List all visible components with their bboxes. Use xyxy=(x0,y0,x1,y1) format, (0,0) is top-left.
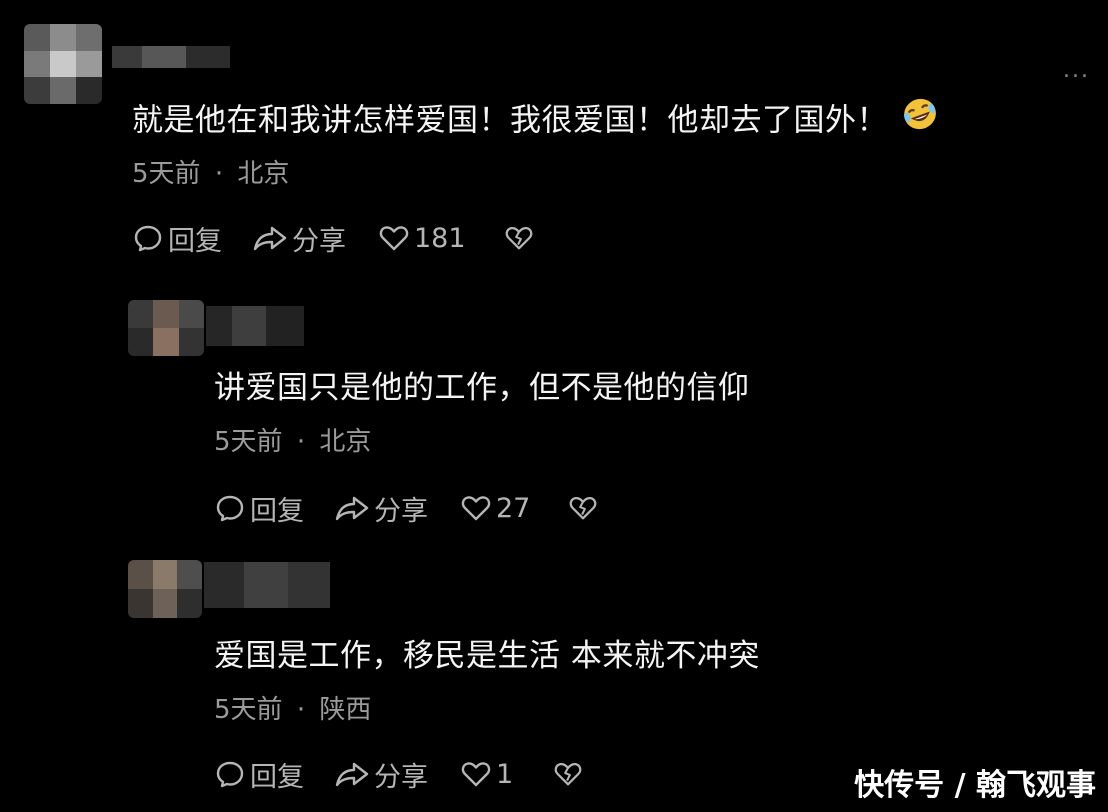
username-blurred[interactable] xyxy=(112,46,230,68)
heart-icon xyxy=(378,222,410,254)
like-count: 181 xyxy=(414,222,466,254)
share-label: 分享 xyxy=(374,761,428,793)
share-icon xyxy=(252,222,288,254)
dislike-button[interactable] xyxy=(553,759,583,789)
comment-text: 就是他在和我讲怎样爱国！我很爱国！他却去了国外！ xyxy=(132,97,938,144)
time: 5天前 xyxy=(214,427,283,457)
heart-icon xyxy=(460,492,492,524)
share-label: 分享 xyxy=(374,495,428,527)
more-icon[interactable]: ... xyxy=(1063,58,1090,83)
like-count: 27 xyxy=(496,492,531,524)
like-button[interactable]: 27 xyxy=(460,492,530,524)
dislike-heart-icon xyxy=(568,493,598,523)
share-button[interactable]: 分享 xyxy=(252,219,346,258)
reply-button[interactable]: 回复 xyxy=(214,755,304,794)
comment-actions: 回复 分享 181 xyxy=(132,219,534,258)
reply-icon xyxy=(214,758,246,790)
dislike-heart-icon xyxy=(553,759,583,789)
reply-label: 回复 xyxy=(250,495,304,527)
avatar[interactable] xyxy=(128,300,204,356)
like-button[interactable]: 1 xyxy=(460,758,513,790)
reply-label: 回复 xyxy=(168,225,222,257)
share-label: 分享 xyxy=(292,225,346,257)
dislike-button[interactable] xyxy=(568,493,598,523)
like-count: 1 xyxy=(496,758,514,790)
share-icon xyxy=(334,492,370,524)
reply-button[interactable]: 回复 xyxy=(132,219,222,258)
dislike-button[interactable] xyxy=(504,223,534,253)
time: 5天前 xyxy=(214,695,283,725)
watermark: 快传号 / 翰飞观事 xyxy=(854,768,1096,803)
location: 北京 xyxy=(237,159,290,189)
meta-separator: · xyxy=(214,159,224,189)
username-blurred[interactable] xyxy=(206,306,304,346)
comment-text: 爱国是工作，移民是生活 本来就不冲突 xyxy=(214,638,760,674)
comment-text: 讲爱国只是他的工作，但不是他的信仰 xyxy=(214,370,750,406)
rolling-on-floor-laughing-emoji xyxy=(902,97,938,141)
meta-separator: · xyxy=(296,695,306,725)
meta-separator: · xyxy=(296,427,306,457)
reply-icon xyxy=(132,222,164,254)
dislike-heart-icon xyxy=(504,223,534,253)
comment-actions: 回复 分享 1 xyxy=(214,755,583,794)
avatar[interactable] xyxy=(24,24,102,104)
time: 5天前 xyxy=(132,159,201,189)
reply-label: 回复 xyxy=(250,761,304,793)
share-icon xyxy=(334,758,370,790)
comment-meta: 5天前 · 北京 xyxy=(214,426,371,458)
heart-icon xyxy=(460,758,492,790)
avatar[interactable] xyxy=(128,560,202,618)
username-blurred[interactable] xyxy=(204,562,330,608)
share-button[interactable]: 分享 xyxy=(334,489,428,528)
reply-icon xyxy=(214,492,246,524)
like-button[interactable]: 181 xyxy=(378,222,466,254)
reply-button[interactable]: 回复 xyxy=(214,489,304,528)
comment-meta: 5天前 · 北京 xyxy=(132,158,289,190)
share-button[interactable]: 分享 xyxy=(334,755,428,794)
location: 陕西 xyxy=(319,695,372,725)
comment-meta: 5天前 · 陕西 xyxy=(214,694,371,726)
location: 北京 xyxy=(319,427,372,457)
comment-actions: 回复 分享 27 xyxy=(214,489,598,528)
